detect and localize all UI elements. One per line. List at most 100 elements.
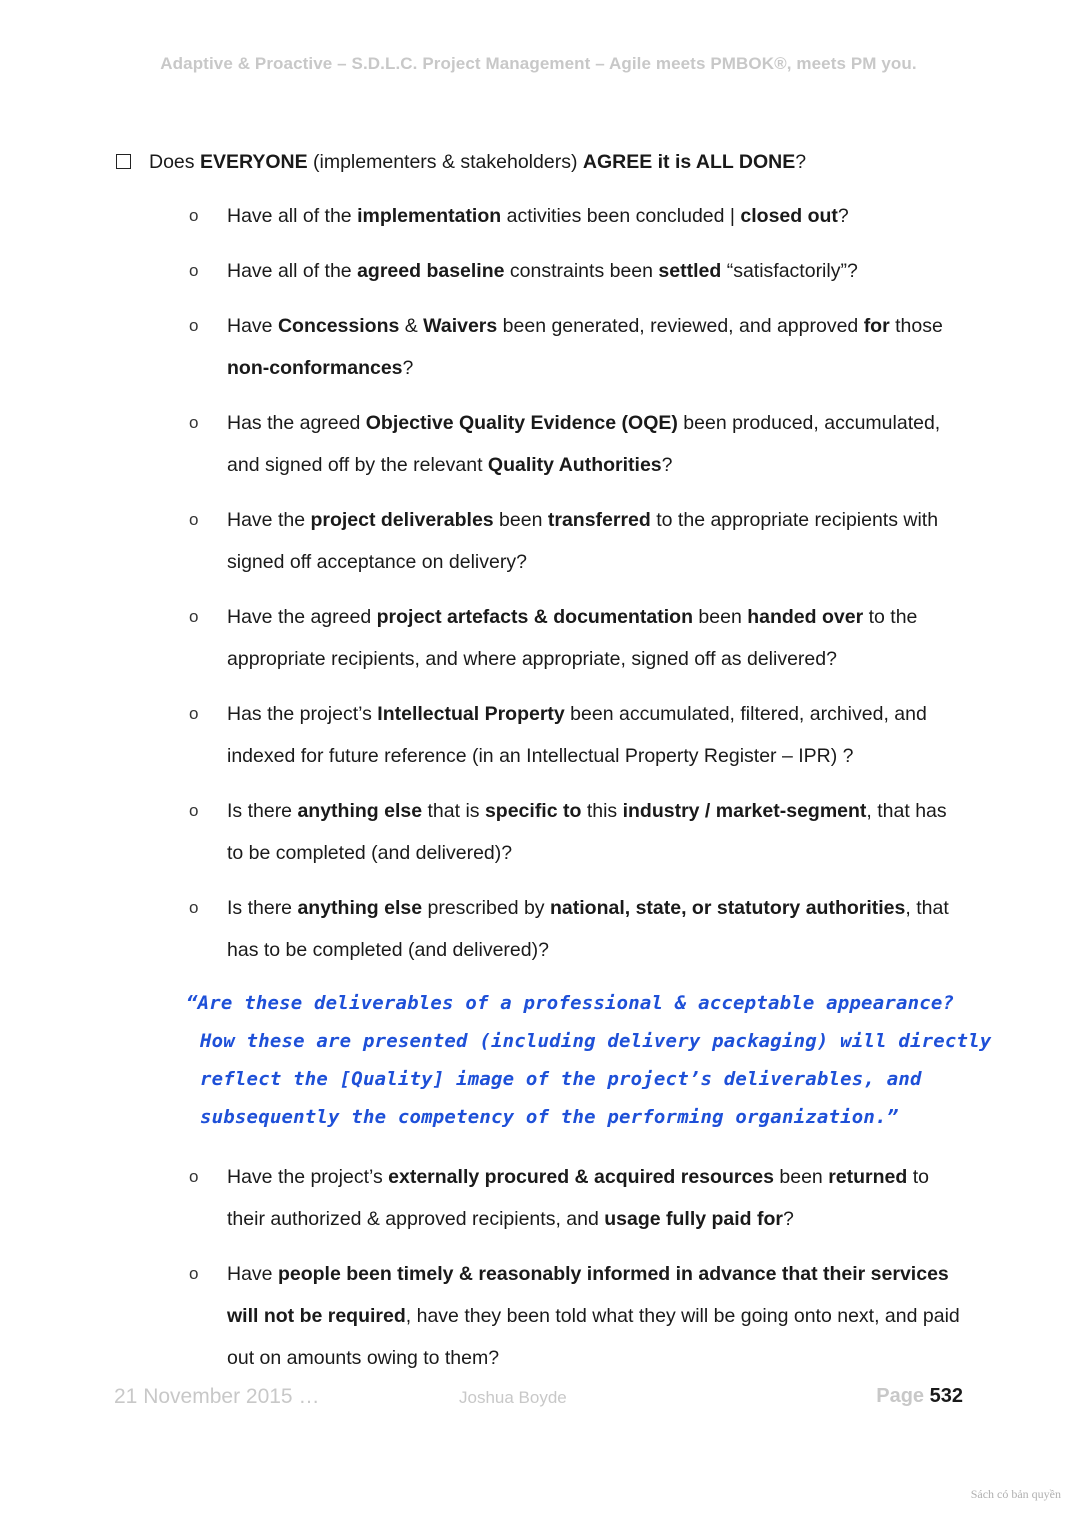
bold-text: transferred xyxy=(547,509,651,531)
text-run: been xyxy=(773,1166,829,1188)
text-run: Is there xyxy=(227,800,298,822)
quote-line: reflect the [Quality] image of the proje… xyxy=(200,1068,922,1090)
sub-item-text: Is there anything else prescribed by nat… xyxy=(227,897,949,961)
bold-text: specific to xyxy=(484,800,582,822)
sub-item-text: Have Concessions & Waivers been generate… xyxy=(227,315,943,379)
sub-item-text: Have people been timely & reasonably inf… xyxy=(227,1263,960,1369)
checklist-sub-item: o Have all of the agreed baseline constra… xyxy=(0,250,1077,292)
bold-text: anything else xyxy=(297,800,423,822)
checklist-sub-item: o Have all of the implementation activiti… xyxy=(0,195,1077,237)
bullet-icon: o xyxy=(189,261,199,280)
quote-line: “Are these deliverables of a professiona… xyxy=(186,992,955,1014)
sub-item-text: Have all of the agreed baseline constrai… xyxy=(227,260,858,282)
bold-text: anything else xyxy=(297,897,423,919)
checklist-sub-item: o Has the project’s Intellectual Property… xyxy=(0,693,1077,777)
text-run: “satisfactorily”? xyxy=(721,260,858,282)
checklist-sub-item: o Have the agreed project artefacts & doc… xyxy=(0,596,1077,680)
bold-text: implementation xyxy=(357,205,502,227)
footer-date: 21 November 2015 … xyxy=(114,1385,320,1408)
sub-checklist-before: o Have all of the implementation activiti… xyxy=(0,195,1077,984)
text-run: constraints been xyxy=(504,260,659,282)
page-number: 532 xyxy=(929,1385,963,1407)
sub-item-text: Have the project’s externally procured &… xyxy=(227,1166,929,1230)
text-run: Has the project’s xyxy=(227,703,378,725)
handwritten-quote: “Are these deliverables of a professiona… xyxy=(186,984,992,1136)
main-checklist-text: Does EVERYONE (implementers & stakeholde… xyxy=(149,151,806,173)
bullet-icon: o xyxy=(189,206,199,225)
text-run: ? xyxy=(402,357,414,379)
checklist-sub-item: o Have people been timely & reasonably in… xyxy=(0,1253,1077,1379)
text-run: Have all of the xyxy=(227,205,358,227)
bold-text: EVERYONE xyxy=(199,151,308,173)
bold-text: project deliverables xyxy=(310,509,494,531)
bullet-icon: o xyxy=(189,898,199,917)
checklist-sub-item: o Is there anything else prescribed by na… xyxy=(0,887,1077,971)
bold-text: industry / market-segment xyxy=(622,800,867,822)
bold-text: agreed baseline xyxy=(357,260,505,282)
bold-text: Quality Authorities xyxy=(487,454,662,476)
text-run: been xyxy=(693,606,748,628)
bullet-icon: o xyxy=(189,704,199,723)
text-run: been generated, reviewed, and approved xyxy=(497,315,864,337)
main-checklist-item: Does EVERYONE (implementers & stakeholde… xyxy=(116,148,976,176)
footer-page-number: Page 532 xyxy=(876,1385,963,1408)
bold-text: Intellectual Property xyxy=(377,703,565,725)
checklist-sub-item: o Have the project deliverables been tran… xyxy=(0,499,1077,583)
bold-text: usage fully paid for xyxy=(604,1208,784,1230)
checklist-sub-item: o Have the project’s externally procured … xyxy=(0,1156,1077,1240)
bold-text: returned xyxy=(828,1166,908,1188)
sub-item-text: Have the project deliverables been trans… xyxy=(227,509,938,573)
text-run: those xyxy=(889,315,943,337)
text-run: Is there xyxy=(227,897,298,919)
bold-text: project artefacts & documentation xyxy=(376,606,693,628)
sub-item-text: Have the agreed project artefacts & docu… xyxy=(227,606,917,670)
bold-text: AGREE it is ALL DONE xyxy=(582,151,796,173)
bold-text: Objective Quality Evidence (OQE) xyxy=(365,412,678,434)
text-run: Has the agreed xyxy=(227,412,366,434)
bold-text: Concessions xyxy=(277,315,400,337)
bold-text: settled xyxy=(658,260,722,282)
text-run: (implementers & stakeholders) xyxy=(307,151,583,173)
quote-line: How these are presented (including deliv… xyxy=(200,1030,992,1052)
text-run: ? xyxy=(661,454,673,476)
text-run: been xyxy=(493,509,548,531)
bullet-icon: o xyxy=(189,801,199,820)
text-run: Have xyxy=(227,315,278,337)
text-run: that is xyxy=(422,800,485,822)
text-run: Have xyxy=(227,1263,278,1285)
checkbox-icon[interactable] xyxy=(116,154,131,169)
bullet-icon: o xyxy=(189,510,199,529)
bold-text: handed over xyxy=(747,606,864,628)
checklist-sub-item: o Have Concessions & Waivers been generat… xyxy=(0,305,1077,389)
bold-text: national, state, or statutory authoritie… xyxy=(549,897,906,919)
text-run: activities been concluded | xyxy=(501,205,741,227)
footer-author: Joshua Boyde xyxy=(459,1388,567,1407)
bullet-icon: o xyxy=(189,1167,199,1186)
bullet-icon: o xyxy=(189,413,199,432)
bullet-icon: o xyxy=(189,607,199,626)
text-run: this xyxy=(581,800,623,822)
text-run: Does xyxy=(149,151,200,173)
bullet-icon: o xyxy=(189,316,199,335)
watermark: Sách có bản quyền xyxy=(970,1487,1061,1501)
text-run: & xyxy=(399,315,424,337)
sub-item-text: Has the project’s Intellectual Property … xyxy=(227,703,927,767)
text-run: prescribed by xyxy=(422,897,550,919)
text-run: Have all of the xyxy=(227,260,358,282)
text-run: ? xyxy=(783,1208,794,1230)
sub-item-text: Has the agreed Objective Quality Evidenc… xyxy=(227,412,940,476)
sub-item-text: Is there anything else that is specific … xyxy=(227,800,947,864)
bold-text: Waivers xyxy=(423,315,498,337)
quote-line: subsequently the competency of the perfo… xyxy=(200,1106,899,1128)
bold-text: for xyxy=(863,315,890,337)
text-run: Have the agreed xyxy=(227,606,377,628)
page-header: Adaptive & Proactive – S.D.L.C. Project … xyxy=(160,54,917,73)
bold-text: externally procured & acquired resources xyxy=(388,1166,774,1188)
bold-text: non-conformances xyxy=(227,357,403,379)
text-run: Have the project’s xyxy=(227,1166,389,1188)
text-run: ? xyxy=(795,151,807,173)
page-label: Page xyxy=(876,1385,925,1407)
bold-text: closed out xyxy=(740,205,838,227)
checklist-sub-item: o Has the agreed Objective Quality Eviden… xyxy=(0,402,1077,486)
bullet-icon: o xyxy=(189,1264,199,1283)
